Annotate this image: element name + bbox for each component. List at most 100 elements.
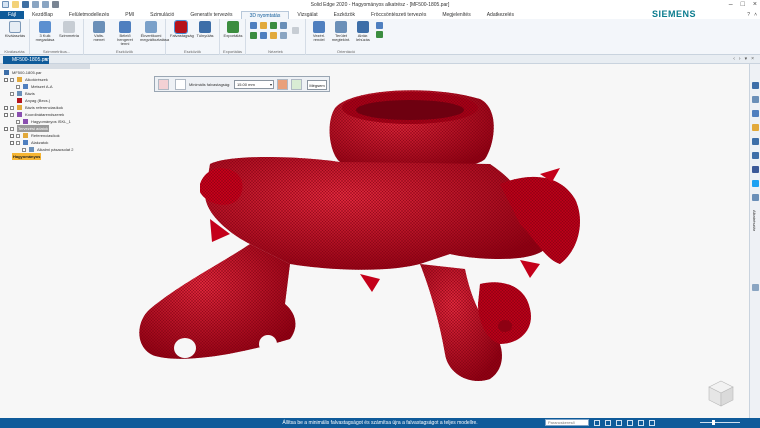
parts-library-tab[interactable]: Alkatrésztár <box>752 210 757 231</box>
control-button[interactable]: Vezérl. rendel <box>308 21 330 42</box>
min-thickness-input[interactable]: 15.00 mm ▾ <box>234 80 274 89</box>
tree-row-features[interactable]: Alakzatok <box>0 139 90 146</box>
expand-icon[interactable] <box>4 78 8 82</box>
doc-prev-icon[interactable]: ‹ <box>733 56 735 62</box>
visibility-checkbox[interactable] <box>10 92 14 96</box>
view-back-icon[interactable] <box>250 32 257 39</box>
tree-row-feature-item[interactable]: Alkalmi pásacsolat 2 <box>0 146 90 153</box>
expand-icon[interactable] <box>4 113 8 117</box>
export-button[interactable]: Exportálás <box>222 21 244 38</box>
tree-row-root[interactable]: MF500-1805.par <box>0 69 90 76</box>
visibility-checkbox[interactable] <box>10 113 14 117</box>
layers-icon[interactable] <box>752 96 759 103</box>
doc-list-icon[interactable]: ▾ <box>745 56 748 62</box>
accept-icon[interactable] <box>291 79 302 90</box>
lining-button[interactable]: Bélelő hengeret tenni <box>114 21 136 46</box>
minimize-icon[interactable]: – <box>729 1 733 8</box>
pull-button[interactable]: Abtár. lehúzás <box>352 21 374 42</box>
expand-icon[interactable] <box>10 141 14 145</box>
recalculate-icon[interactable] <box>277 79 288 90</box>
edge-change-button[interactable]: Ékvertikumi megváltoztatása <box>140 21 169 42</box>
help-icon[interactable]: ? <box>747 12 750 18</box>
tab-file[interactable]: Fájl <box>0 11 25 19</box>
area-view-button[interactable]: Terület megtekint. <box>330 21 352 42</box>
shade-icon[interactable] <box>638 420 644 426</box>
ribbon-collapse-icon[interactable]: ˄ <box>754 12 757 18</box>
3-kulk-button[interactable]: 3 Kulk megadása <box>34 21 56 42</box>
wall-thickness-options-icon[interactable] <box>158 79 169 90</box>
tab-tools[interactable]: Eszközök <box>326 11 363 19</box>
tree-row-coordinate-systems[interactable]: Koordinátarendszerek <box>0 111 90 118</box>
view-bottom-icon[interactable] <box>260 32 267 39</box>
maximize-icon[interactable]: □ <box>741 1 745 8</box>
search-icon[interactable] <box>752 284 759 291</box>
settings-icon[interactable] <box>175 79 186 90</box>
view-top-icon[interactable] <box>260 22 267 29</box>
visibility-checkbox[interactable] <box>22 148 26 152</box>
overhang-button[interactable]: Túlnyúlás <box>194 21 216 38</box>
doc-next-icon[interactable]: › <box>739 56 741 62</box>
tree-row-section[interactable]: Metszet A-A <box>0 83 90 90</box>
zoom-icon[interactable] <box>376 22 383 29</box>
visibility-checkbox[interactable] <box>10 127 14 131</box>
tree-row-traditional[interactable]: Hagyományos <box>0 153 90 160</box>
tree-row-design-data[interactable]: Tervezési adatok <box>0 125 90 132</box>
tree-row-coord-iskl[interactable]: Hagyományos ISKL_1 <box>0 118 90 125</box>
tab-data-management[interactable]: Adatkezelés <box>479 11 522 19</box>
tab-surfacing[interactable]: Felületmodellezés <box>61 11 117 19</box>
cancel-button[interactable]: Mégsem <box>307 80 327 90</box>
view-iso-icon[interactable] <box>280 22 287 29</box>
docs-icon[interactable] <box>752 194 759 201</box>
view-right-icon[interactable] <box>270 22 277 29</box>
expand-icon[interactable] <box>4 106 8 110</box>
visibility-checkbox[interactable] <box>16 134 20 138</box>
wall-thickness-button[interactable]: Falvastagság <box>170 20 194 38</box>
library-icon[interactable] <box>752 82 759 89</box>
pan-icon[interactable] <box>616 420 622 426</box>
symmetry-button[interactable]: Szimmetria <box>58 21 80 38</box>
command-finder-input[interactable]: Parancskereső <box>545 419 589 426</box>
zoom-area-icon[interactable] <box>605 420 611 426</box>
tree-row-ref-planes[interactable]: Referenciasíkok <box>0 132 90 139</box>
parts-icon[interactable] <box>752 152 759 159</box>
tree-row-material[interactable]: Anyag (Becs.) <box>0 97 90 104</box>
rotate-icon[interactable] <box>376 31 383 38</box>
visibility-checkbox[interactable] <box>16 120 20 124</box>
view-cube[interactable] <box>706 378 736 408</box>
tab-view[interactable]: Megjelenítés <box>434 11 478 19</box>
tab-generative[interactable]: Generatív tervezés <box>182 11 240 19</box>
part-model-render[interactable] <box>0 64 749 418</box>
expand-icon[interactable] <box>10 134 14 138</box>
tree-row-base-planes[interactable]: Bázis referenciasíkok <box>0 104 90 111</box>
visibility-checkbox[interactable] <box>10 106 14 110</box>
fit-icon[interactable] <box>594 420 600 426</box>
tree-row-components[interactable]: Alkotórészek <box>0 76 90 83</box>
thread-button[interactable]: Válts. menet <box>88 21 110 42</box>
zoom-slider[interactable] <box>700 422 740 423</box>
grid-icon[interactable] <box>752 110 759 117</box>
select-button[interactable]: Kiválasztás <box>4 21 26 38</box>
view-more-icon[interactable] <box>292 27 299 34</box>
visibility-checkbox[interactable] <box>10 78 14 82</box>
tab-home[interactable]: Kezdőlap <box>24 11 61 19</box>
tab-3d-printing[interactable]: 3D nyomtatás <box>240 11 290 19</box>
doc-tab-mf500[interactable]: MF500-1805.par × <box>3 56 49 64</box>
view-front-icon[interactable] <box>250 22 257 29</box>
visibility-checkbox[interactable] <box>16 85 20 89</box>
display-icon[interactable] <box>649 420 655 426</box>
tab-simulation[interactable]: Szimuláció <box>142 11 182 19</box>
tab-pmi[interactable]: PMI <box>117 11 142 19</box>
tree-row-base[interactable]: Bázis <box>0 90 90 97</box>
doc-tab-close-icon[interactable]: × <box>44 56 47 64</box>
facebook-icon[interactable] <box>752 166 759 173</box>
tab-mold-design[interactable]: Fröccsöntészeti tervezés <box>363 11 434 19</box>
expand-icon[interactable] <box>4 127 8 131</box>
tab-inspect[interactable]: Vizsgálat <box>289 11 325 19</box>
view-dimetric-icon[interactable] <box>280 32 287 39</box>
chevron-down-icon[interactable]: ▾ <box>270 81 272 89</box>
family-icon[interactable] <box>752 138 759 145</box>
key-icon[interactable] <box>752 124 759 131</box>
close-icon[interactable]: × <box>753 1 757 8</box>
zoom-slider-handle[interactable] <box>712 420 715 425</box>
view-left-icon[interactable] <box>270 32 277 39</box>
